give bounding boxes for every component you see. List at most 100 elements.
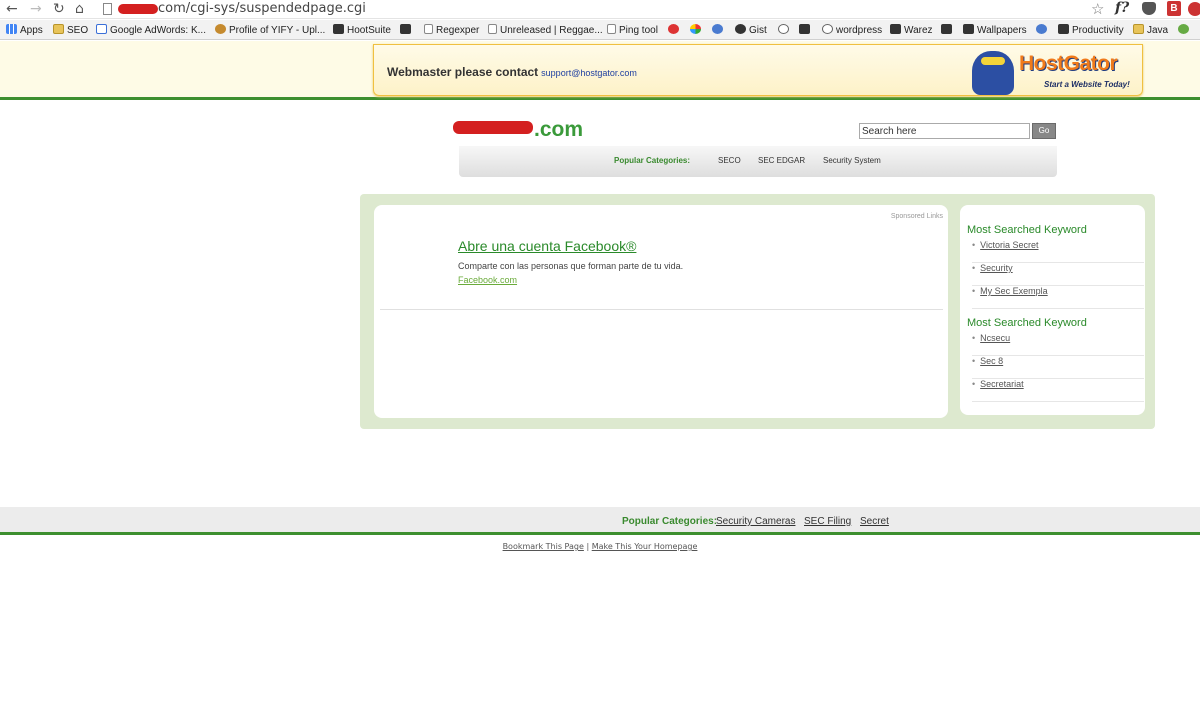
pocket-extension-icon[interactable] [1142,2,1156,15]
keyword-link[interactable]: Secretariat [980,379,1024,389]
forward-arrow-icon[interactable]: → [30,1,42,17]
popular-categories-bar: Popular Categories: SECO SEC EDGAR Secur… [459,146,1057,177]
apps-grid-icon [6,24,17,34]
bookmark-star-icon[interactable]: ☆ [1091,0,1104,18]
categories-label: Popular Categories: [614,156,691,165]
bookmark-productivity[interactable]: Productivity [1058,24,1124,37]
homepage-link[interactable]: Make This Your Homepage [592,542,698,551]
bookmark-dark[interactable] [400,24,414,37]
separator: | [586,542,590,551]
bookmark-java[interactable]: Java [1133,24,1168,37]
divider [380,309,943,310]
bookmark-wordpress[interactable]: wordpress [822,24,882,37]
keyword-link[interactable]: Victoria Secret [980,240,1038,250]
bookmark-play[interactable] [778,24,792,37]
search-input[interactable] [859,123,1030,139]
bookmark-adwords[interactable]: Google AdWords: K... [96,24,206,37]
bookmark-seo[interactable]: SEO [53,24,88,37]
bullet-icon: • [972,240,976,250]
bookmark-warez[interactable]: Warez [890,24,933,37]
bookmark-apps[interactable]: Apps [6,24,43,37]
bookmark-page-link[interactable]: Bookmark This Page [503,542,584,551]
fq-extension-icon[interactable]: f? [1115,0,1129,16]
bookmarks-bar: Apps SEO Google AdWords: K... Profile of… [0,20,1200,40]
bookmark-blue-logo[interactable] [1036,24,1050,37]
fish-icon [799,24,810,34]
bullet-icon: • [972,356,976,366]
address-bar[interactable]: com/cgi-sys/suspendedpage.cgi [118,1,366,17]
redacted-text [118,3,158,14]
bookmark-hootsuite[interactable]: HootSuite [333,24,391,37]
green-circle-icon [1178,24,1189,34]
bookmark-b[interactable] [941,24,955,37]
bookmark-label: Java [1147,25,1169,36]
back-arrow-icon[interactable]: ← [6,1,18,17]
bookmark-ping-tool[interactable]: Ping tool [607,24,658,37]
sponsored-ad-panel: Sponsored Links Abre una cuenta Facebook… [374,205,948,418]
google-icon [96,24,107,34]
ad-title-link[interactable]: Abre una cuenta Facebook® [458,238,636,254]
bookmark-label: Wallpapers [977,25,1027,36]
bookmark-wallpapers[interactable]: Wallpapers [963,24,1027,37]
red-extension-icon[interactable] [1188,2,1200,16]
keyword-link[interactable]: Ncsecu [980,333,1010,343]
multicolor-icon [690,24,701,34]
bookmark-label: HootSuite [347,25,391,36]
red-circle-icon [668,24,679,34]
page-icon [607,24,616,34]
b-square-icon [941,24,952,34]
blue-circle-icon [712,24,723,34]
bookmark-label: Google AdWords: K... [110,25,206,36]
hostgator-notice-box: Webmaster please contact support@hostgato… [373,44,1143,96]
bookmark-yify[interactable]: Profile of YIFY - Upl... [215,24,325,37]
bookmark-green[interactable] [1178,24,1192,37]
keyword-link[interactable]: My Sec Exempla [980,286,1048,296]
go-button[interactable]: Go [1032,123,1056,139]
owl-icon [333,24,344,34]
bookmark-gist[interactable]: Gist [735,24,767,37]
footer-category-link[interactable]: SEC Filing [804,516,851,527]
bookmark-unreleased[interactable]: Unreleased | Reggae... [488,24,603,37]
dark-square-icon [400,24,411,34]
bookmark-label: SEO [67,25,89,36]
bookmark-multicolor[interactable] [690,24,704,37]
hostgator-logo[interactable]: HostGator [1019,52,1118,76]
keyword-item: • Sec 8 [972,356,1144,379]
bookmark-red[interactable] [668,24,682,37]
bookmark-fish[interactable] [799,24,813,37]
bookmark-label: Unreleased | Reggae... [500,25,603,36]
page-icon [488,24,497,34]
wordpress-icon [822,24,833,34]
keywords-panel: Most Searched Keyword • Victoria Secret •… [960,205,1145,415]
category-link[interactable]: SEC EDGAR [758,156,805,165]
bookmark-blue[interactable] [712,24,726,37]
play-circle-icon [778,24,789,34]
bottom-links: Bookmark This Page | Make This Your Home… [0,542,1200,551]
keyword-item: • My Sec Exempla [972,286,1144,309]
redacted-text [453,121,533,134]
keyword-item: • Security [972,263,1144,286]
bookmark-label: Productivity [1072,25,1124,36]
folder-icon [53,24,64,34]
keyword-heading: Most Searched Keyword [967,317,1087,329]
reload-icon[interactable]: ↻ [53,1,65,17]
blue-logo-icon [1036,24,1047,34]
bookmark-regexper[interactable]: Regexper [424,24,479,37]
ad-url-link[interactable]: Facebook.com [458,275,517,285]
home-icon[interactable]: ⌂ [75,1,84,17]
bookmark-label: Regexper [436,25,480,36]
bookmark-label: Warez [904,25,933,36]
category-link[interactable]: SECO [718,156,741,165]
b-extension-icon[interactable]: B [1167,1,1181,16]
support-email-link[interactable]: support@hostgator.com [541,68,637,78]
bars-icon [963,24,974,34]
keyword-link[interactable]: Sec 8 [980,356,1003,366]
footer-category-link[interactable]: Secret [860,516,889,527]
bookmark-label: Gist [749,25,767,36]
url-text: com/cgi-sys/suspendedpage.cgi [158,1,366,16]
bullet-icon: • [972,263,976,273]
footer-categories-bar: Popular Categories: Security Cameras SEC… [0,507,1200,535]
footer-category-link[interactable]: Security Cameras [716,516,795,527]
keyword-link[interactable]: Security [980,263,1013,273]
category-link[interactable]: Security System [823,156,881,165]
